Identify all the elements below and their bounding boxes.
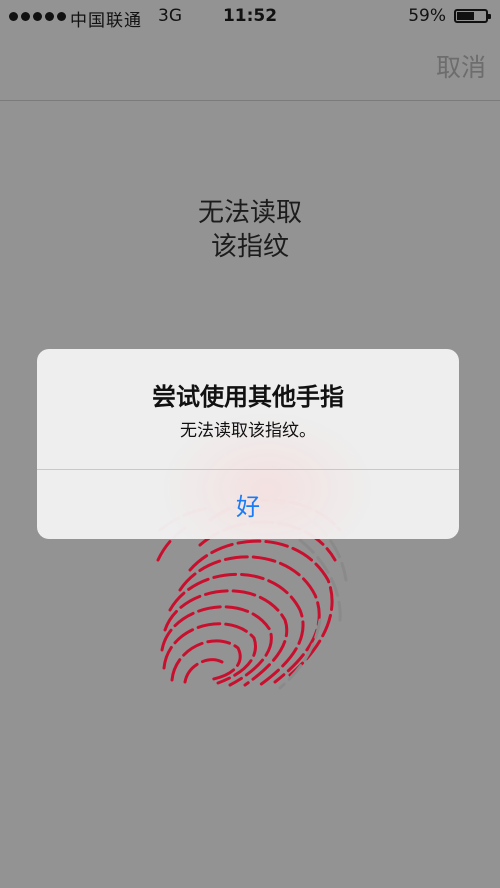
message-line-2: 该指纹 <box>210 232 289 262</box>
battery-icon <box>454 9 491 23</box>
status-bar: 中国联通 3G 11:52 59% <box>0 0 500 34</box>
fingerprint-status-message: 无法读取 该指纹 <box>0 196 500 264</box>
navigation-bar: 取消 <box>0 34 500 101</box>
battery-percent: 59% <box>408 6 446 26</box>
message-line-1: 无法读取 <box>197 198 302 228</box>
cancel-button[interactable]: 取消 <box>436 48 486 84</box>
alert-dialog: 尝试使用其他手指 无法读取该指纹。 好 <box>37 349 459 539</box>
ok-button[interactable]: 好 <box>37 470 459 539</box>
alert-message: 无法读取该指纹。 <box>180 421 316 441</box>
alert-title: 尝试使用其他手指 <box>152 383 344 411</box>
